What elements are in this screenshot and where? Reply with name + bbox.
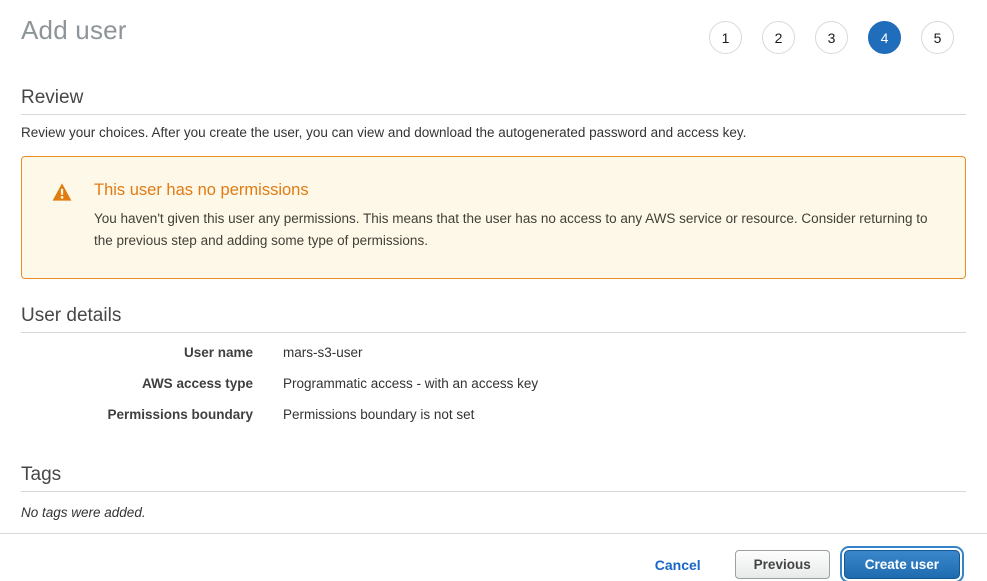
detail-row-permissions-boundary: Permissions boundary Permissions boundar…	[21, 407, 966, 438]
warning-triangle-icon	[52, 183, 72, 201]
wizard-step-5: 5	[921, 21, 954, 54]
wizard-step-4-active: 4	[868, 21, 901, 54]
wizard-step-2: 2	[762, 21, 795, 54]
no-permissions-warning-banner: This user has no permissions You haven't…	[21, 156, 966, 279]
warning-content: This user has no permissions You haven't…	[94, 181, 935, 252]
create-user-button[interactable]: Create user	[844, 550, 960, 579]
cancel-button[interactable]: Cancel	[655, 557, 701, 573]
wizard-header: Add user 1 2 3 4 5	[21, 0, 966, 54]
footer-actions: Cancel Previous Create user	[0, 534, 987, 581]
tags-heading: Tags	[21, 464, 966, 486]
divider	[21, 491, 966, 492]
divider	[21, 114, 966, 115]
warning-body: You haven't given this user any permissi…	[94, 208, 935, 252]
user-details-heading: User details	[21, 305, 966, 327]
user-details-rows: User name mars-s3-user AWS access type P…	[21, 345, 966, 438]
wizard-step-3: 3	[815, 21, 848, 54]
wizard-footer: Cancel Previous Create user	[0, 533, 987, 581]
review-description: Review your choices. After you create th…	[21, 125, 966, 140]
detail-value: Permissions boundary is not set	[283, 407, 474, 422]
tags-empty-message: No tags were added.	[21, 505, 966, 520]
warning-title: This user has no permissions	[94, 181, 935, 200]
detail-label: User name	[21, 345, 253, 360]
review-section: Review Review your choices. After you cr…	[21, 87, 966, 140]
detail-row-user-name: User name mars-s3-user	[21, 345, 966, 376]
page-title: Add user	[21, 15, 127, 46]
wizard-step-indicator: 1 2 3 4 5	[709, 21, 954, 54]
review-heading: Review	[21, 87, 966, 109]
wizard-step-1: 1	[709, 21, 742, 54]
divider	[21, 332, 966, 333]
detail-label: Permissions boundary	[21, 407, 253, 422]
user-details-section: User details User name mars-s3-user AWS …	[21, 305, 966, 438]
tags-section: Tags No tags were added.	[21, 464, 966, 520]
detail-value: Programmatic access - with an access key	[283, 376, 538, 391]
detail-label: AWS access type	[21, 376, 253, 391]
detail-value: mars-s3-user	[283, 345, 363, 360]
detail-row-aws-access-type: AWS access type Programmatic access - wi…	[21, 376, 966, 407]
previous-button[interactable]: Previous	[735, 550, 830, 579]
